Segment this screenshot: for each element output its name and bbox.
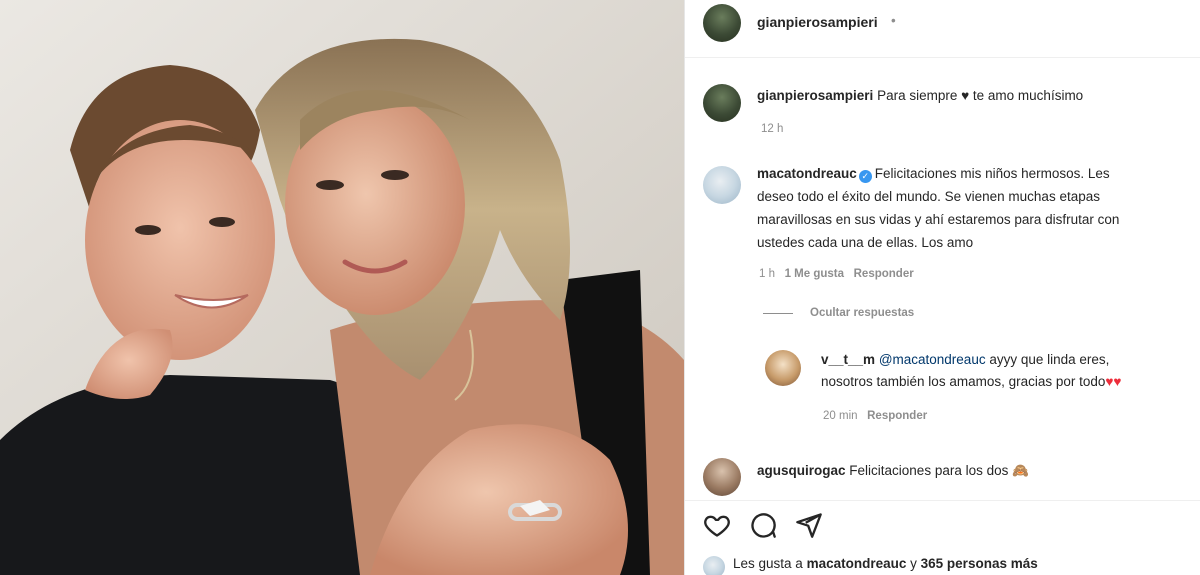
black-heart-icon: ♥ xyxy=(961,88,970,103)
reply-avatar[interactable] xyxy=(765,350,801,386)
comment-line: ustedes cada una de ellas. Los amo xyxy=(757,235,974,250)
likes-user[interactable]: macatondreauc xyxy=(807,556,907,571)
hide-replies-line xyxy=(763,313,793,314)
caption-text: Para siempre xyxy=(877,88,958,103)
post-photo[interactable] xyxy=(0,0,684,575)
comment-username[interactable]: agusquirogac xyxy=(757,463,846,478)
reply-button[interactable]: Responder xyxy=(854,268,914,280)
reply-mention[interactable]: @macatondreauc xyxy=(879,352,986,367)
likes-avatar[interactable] xyxy=(703,556,725,575)
heart-outline-icon[interactable] xyxy=(703,511,731,539)
reply-text: ayyy que linda eres, xyxy=(989,352,1110,367)
comment-bubble-icon[interactable] xyxy=(749,511,777,539)
comment-meta: 1 h 1 Me gusta Responder xyxy=(759,268,914,280)
comment-macatondreauc-line-1: macatondreauc ✓ Felicitaciones mis niños h… xyxy=(757,164,1110,184)
likes-prefix: Les gusta a xyxy=(733,556,803,571)
reply-line-1: v__t__m @macatondreauc ayyy que linda er… xyxy=(821,350,1109,370)
reply-time: 20 min xyxy=(823,410,858,422)
caption-username[interactable]: gianpierosampieri xyxy=(757,88,873,103)
comment-line: maravillosas en sus vidas y ahí estaremo… xyxy=(757,212,1120,227)
comment-text: Felicitaciones mis niños hermosos. Les xyxy=(874,166,1110,181)
comment-username[interactable]: macatondreauc xyxy=(757,166,857,181)
post-actions-bar xyxy=(685,500,1200,548)
caption-time: 12 h xyxy=(761,123,784,135)
comment-time: 1 h xyxy=(759,268,775,280)
post-side-panel: gianpierosampieri • gianpierosampieri Pa… xyxy=(685,0,1200,575)
author-username[interactable]: gianpierosampieri xyxy=(757,12,878,32)
monkey-emoji-icon: 🙈 xyxy=(1012,463,1029,478)
likes-count[interactable]: 365 personas más xyxy=(921,556,1038,571)
reply-button[interactable]: Responder xyxy=(867,410,927,422)
caption-rest: te amo muchísimo xyxy=(972,88,1084,103)
hide-replies-button[interactable]: Ocultar respuestas xyxy=(810,307,914,319)
comment-agusquirogac: agusquirogac Felicitaciones para los dos… xyxy=(757,461,1029,481)
likes-summary[interactable]: Les gusta a macatondreauc y 365 personas… xyxy=(733,556,1038,571)
comment-avatar-macatondreauc[interactable] xyxy=(703,166,741,204)
comment-like-count[interactable]: 1 Me gusta xyxy=(785,268,844,280)
verified-badge-icon: ✓ xyxy=(858,170,872,183)
comment-avatar-agusquirogac[interactable] xyxy=(703,458,741,496)
reply-username[interactable]: v__t__m xyxy=(821,352,875,367)
red-heart-icon: ♥♥ xyxy=(1105,374,1122,389)
reply-text-2: nosotros también los amamos, gracias por… xyxy=(821,374,1106,389)
reply-meta: 20 min Responder xyxy=(823,410,927,422)
comment-line: deseo todo el éxito del mundo. Se vienen… xyxy=(757,189,1100,204)
paper-plane-icon[interactable] xyxy=(795,511,823,539)
comment-text: Felicitaciones para los dos xyxy=(849,463,1009,478)
caption: gianpierosampieri Para siempre ♥ te amo … xyxy=(757,86,1083,106)
post-header: gianpierosampieri • xyxy=(685,0,1200,58)
follow-dot: • xyxy=(891,13,896,28)
author-avatar[interactable] xyxy=(703,4,741,42)
likes-middle: y xyxy=(910,556,917,571)
reply-line-2: nosotros también los amamos, gracias por… xyxy=(821,372,1121,392)
caption-avatar[interactable] xyxy=(703,84,741,122)
couple-photo-illustration xyxy=(0,0,684,575)
